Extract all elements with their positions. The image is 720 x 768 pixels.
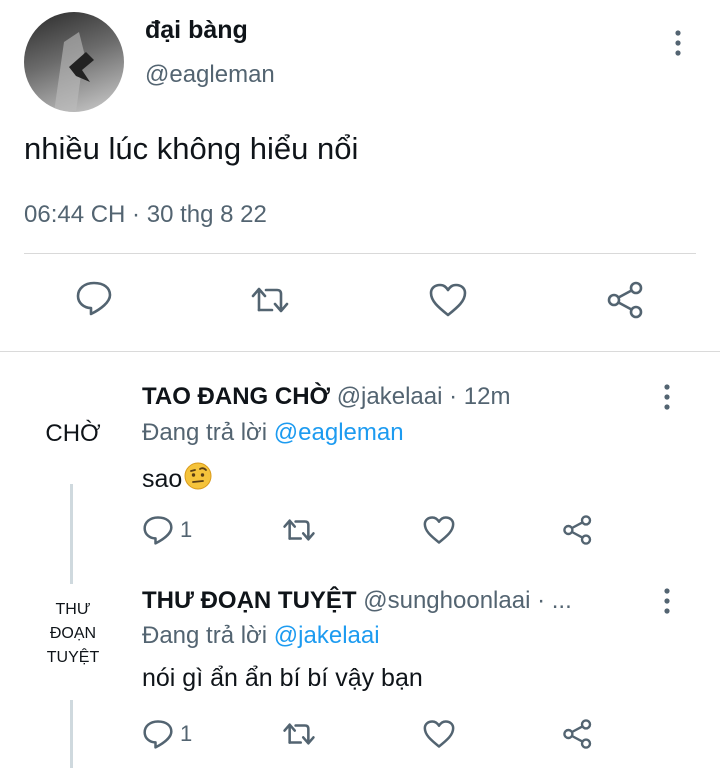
- reply-icon[interactable]: [72, 276, 116, 320]
- reply-actions: 1: [142, 514, 622, 546]
- reply-text: nói gì ẩn ẩn bí bí vậy bạn: [142, 664, 423, 692]
- timestamp[interactable]: 06:44 CH · 30 thg 8 22: [24, 201, 267, 229]
- like-button[interactable]: [422, 515, 562, 545]
- more-options-icon[interactable]: [655, 584, 679, 618]
- reply-count: 1: [180, 517, 193, 542]
- avatar-line: THƯ: [55, 601, 91, 618]
- retweet-button[interactable]: [282, 720, 422, 748]
- display-name[interactable]: THƯ ĐOẠN TUYỆT: [142, 587, 357, 614]
- thread-line: [70, 700, 73, 768]
- replying-to: Đang trả lời @jakelaai: [142, 622, 380, 649]
- like-icon[interactable]: [422, 719, 456, 749]
- avatar-line: TUYỆT: [46, 649, 100, 666]
- reply-button[interactable]: 1: [142, 719, 282, 749]
- reply-actions: 1: [142, 718, 622, 750]
- display-name[interactable]: đại bàng: [145, 16, 248, 45]
- handle[interactable]: @eagleman: [145, 61, 275, 89]
- reply-count: 1: [180, 721, 193, 746]
- reply-icon[interactable]: [142, 719, 174, 749]
- eagle-photo: [54, 32, 94, 112]
- mention-link[interactable]: @eagleman: [274, 419, 404, 446]
- like-icon[interactable]: [426, 278, 470, 322]
- retweet-icon[interactable]: [282, 516, 316, 544]
- thread-line: [70, 484, 73, 584]
- share-button[interactable]: [562, 514, 622, 546]
- mention-link[interactable]: @jakelaai: [274, 622, 380, 649]
- retweet-button[interactable]: [282, 516, 422, 544]
- avatar[interactable]: THƯ ĐOẠN TUYỆT: [13, 598, 133, 670]
- avatar[interactable]: CHỜ: [13, 420, 133, 448]
- reply-icon[interactable]: [142, 515, 174, 545]
- reply-text: sao: [142, 465, 183, 493]
- retweet-icon[interactable]: [282, 720, 316, 748]
- display-name[interactable]: TAO ĐANG CHỜ: [142, 383, 330, 410]
- replying-to: Đang trả lời @eagleman: [142, 419, 404, 446]
- section-divider: [0, 351, 720, 352]
- share-icon[interactable]: [562, 514, 594, 546]
- more-options-icon[interactable]: [655, 380, 679, 414]
- share-icon[interactable]: [604, 278, 648, 322]
- like-button[interactable]: [422, 719, 562, 749]
- reply-button[interactable]: 1: [142, 515, 282, 545]
- avatar-line: ĐOẠN: [49, 625, 97, 642]
- like-icon[interactable]: [422, 515, 456, 545]
- reply-header: THƯ ĐOẠN TUYỆT @sunghoonlaai · ...: [142, 587, 572, 615]
- more-options-icon[interactable]: [666, 26, 690, 60]
- divider: [24, 253, 696, 254]
- retweet-icon[interactable]: [248, 278, 292, 322]
- tweet-text: nhiều lúc không hiểu nổi: [24, 131, 359, 166]
- raised-eyebrow-emoji-icon: [184, 462, 212, 497]
- handle-time[interactable]: @sunghoonlaai · ...: [363, 587, 572, 614]
- share-button[interactable]: [562, 718, 622, 750]
- reply-text-row: sao: [142, 462, 212, 497]
- reply-header: TAO ĐANG CHỜ @jakelaai · 12m: [142, 383, 510, 411]
- avatar[interactable]: [24, 12, 124, 112]
- handle-time[interactable]: @jakelaai · 12m: [337, 383, 511, 410]
- share-icon[interactable]: [562, 718, 594, 750]
